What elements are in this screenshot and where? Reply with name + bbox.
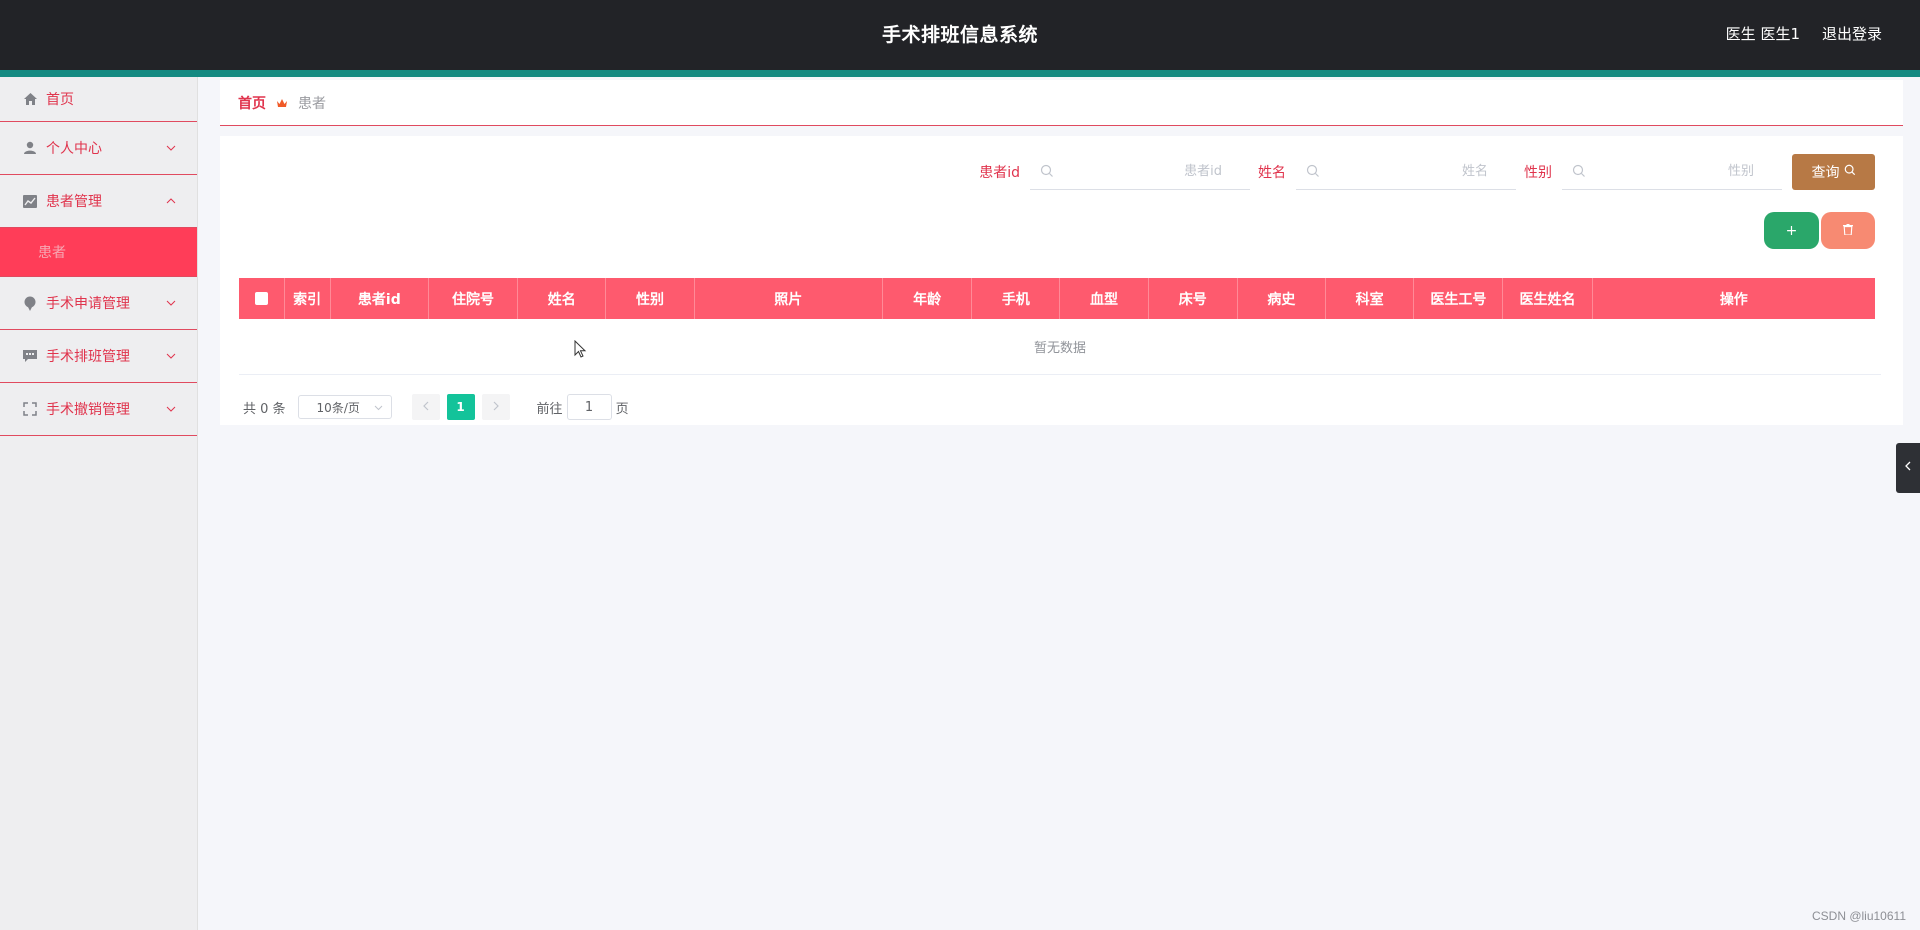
pin-icon [22, 295, 38, 311]
search-label-patient-id: 患者id [979, 165, 1020, 181]
app-title: 手术排班信息系统 [881, 24, 1038, 46]
column-header[interactable]: 姓名 [517, 278, 607, 319]
chevron-down-icon [165, 403, 177, 415]
column-header[interactable]: 医生姓名 [1502, 278, 1593, 319]
chat-icon [22, 348, 38, 364]
plus-icon: + [1785, 222, 1798, 239]
user-name: 医生1 [1760, 25, 1800, 43]
sidebar: 首页 个人中心 患者管理 患者 手术申请管理 手术排班管理 手术撤销管理 [0, 77, 198, 930]
action-buttons: + [1764, 212, 1875, 249]
sidebar-item-surgery-application[interactable]: 手术申请管理 [0, 277, 197, 330]
column-header[interactable]: 床号 [1148, 278, 1238, 319]
column-header[interactable]: 病史 [1237, 278, 1327, 319]
sidebar-item-home[interactable]: 首页 [0, 77, 197, 122]
chevron-down-icon [165, 142, 177, 154]
search-icon [1306, 164, 1320, 178]
logout-button[interactable]: 退出登录 [1822, 23, 1882, 44]
main-content: 首页 患者 患者id 姓名 性别 [220, 80, 1903, 425]
query-button-label: 查询 [1811, 165, 1840, 181]
sidebar-item-label: 首页 [46, 92, 74, 108]
column-header[interactable]: 照片 [694, 278, 884, 319]
sidebar-item-surgery-schedule[interactable]: 手术排班管理 [0, 330, 197, 383]
patient-table: 索引 患者id 住院号 姓名 性别 照片 年龄 手机 血型 床号 病史 科室 医… [239, 278, 1881, 375]
column-header[interactable]: 住院号 [428, 278, 519, 319]
goto-prefix: 前往 [536, 401, 563, 417]
chevron-down-icon [374, 403, 383, 412]
gender-input[interactable] [1562, 154, 1782, 189]
sidebar-item-label: 个人中心 [46, 141, 102, 157]
column-header[interactable]: 操作 [1592, 278, 1875, 319]
sidebar-item-label: 患者管理 [46, 194, 102, 210]
table-header-row: 索引 患者id 住院号 姓名 性别 照片 年龄 手机 血型 床号 病史 科室 医… [239, 278, 1875, 319]
column-header[interactable]: 性别 [605, 278, 695, 319]
select-all-checkbox[interactable] [254, 292, 268, 305]
page-size-select[interactable]: 10条/页 [297, 395, 392, 419]
column-header[interactable]: 索引 [284, 278, 331, 319]
search-label-name: 姓名 [1258, 165, 1286, 181]
page-number-current[interactable]: 1 [446, 394, 475, 420]
crown-separator-icon [276, 97, 288, 109]
sidebar-item-surgery-cancel[interactable]: 手术撤销管理 [0, 383, 197, 436]
search-label-gender: 性别 [1524, 165, 1552, 181]
breadcrumb-current: 患者 [298, 95, 326, 112]
name-input[interactable] [1296, 154, 1516, 189]
pagination: 共 0 条 10条/页 1 前往 页 [243, 394, 629, 420]
header-accent-stripe [0, 70, 1920, 77]
add-button[interactable]: + [1764, 212, 1819, 249]
chevron-up-icon [165, 195, 177, 207]
next-page-button[interactable] [481, 394, 510, 420]
search-icon [1572, 164, 1586, 178]
user-role: 医生 [1725, 25, 1756, 43]
delete-button[interactable] [1821, 212, 1875, 249]
table-empty-text: 暂无数据 [239, 319, 1881, 375]
patient-id-input[interactable] [1030, 154, 1250, 189]
sidebar-item-label: 手术排班管理 [46, 349, 130, 365]
search-icon [1040, 164, 1054, 178]
user-icon [22, 140, 38, 156]
chart-icon [22, 193, 38, 209]
content-panel: 患者id 姓名 性别 查询 [220, 136, 1903, 425]
column-header[interactable]: 医生工号 [1413, 278, 1504, 319]
chevron-left-icon [1904, 460, 1912, 476]
goto-page: 前往 页 [537, 394, 629, 420]
select-all-cell [239, 278, 285, 319]
pagination-total: 共 0 条 [243, 401, 286, 417]
chevron-down-icon [165, 350, 177, 362]
mouse-cursor-icon [574, 339, 588, 360]
sidebar-subitem-patient[interactable]: 患者 [0, 228, 197, 277]
column-header[interactable]: 血型 [1059, 278, 1149, 319]
page-size-value: 10条/页 [316, 400, 360, 415]
patient-id-field-wrap [1030, 154, 1250, 190]
sidebar-item-label: 手术申请管理 [46, 296, 130, 312]
sidebar-item-patient-management[interactable]: 患者管理 [0, 175, 197, 228]
breadcrumb: 首页 患者 [220, 80, 1903, 126]
user-info: 医生 医生1 [1726, 23, 1800, 44]
fullscreen-icon [22, 401, 38, 417]
column-header[interactable]: 年龄 [882, 278, 973, 319]
prev-page-button[interactable] [411, 394, 440, 420]
breadcrumb-home-link[interactable]: 首页 [238, 93, 266, 113]
name-field-wrap [1296, 154, 1516, 190]
sidebar-item-personal-center[interactable]: 个人中心 [0, 122, 197, 175]
chevron-right-icon [492, 400, 500, 415]
side-panel-toggle[interactable] [1896, 443, 1920, 493]
sidebar-item-label: 手术撤销管理 [46, 402, 130, 418]
column-header[interactable]: 患者id [330, 278, 429, 319]
watermark: CSDN @liu10611 [1811, 909, 1906, 923]
chevron-down-icon [165, 297, 177, 309]
search-icon [1844, 164, 1856, 180]
search-form: 患者id 姓名 性别 查询 [979, 154, 1875, 190]
goto-page-input[interactable] [566, 394, 612, 420]
trash-icon [1843, 223, 1853, 239]
chevron-left-icon [422, 400, 430, 415]
query-button[interactable]: 查询 [1792, 154, 1875, 190]
column-header[interactable]: 手机 [971, 278, 1061, 319]
home-icon [22, 91, 38, 107]
column-header[interactable]: 科室 [1325, 278, 1415, 319]
header-user-area: 医生 医生1 退出登录 [1726, 23, 1882, 44]
goto-suffix: 页 [615, 401, 629, 417]
top-header: 手术排班信息系统 医生 医生1 退出登录 [0, 0, 1920, 70]
gender-field-wrap [1562, 154, 1782, 190]
